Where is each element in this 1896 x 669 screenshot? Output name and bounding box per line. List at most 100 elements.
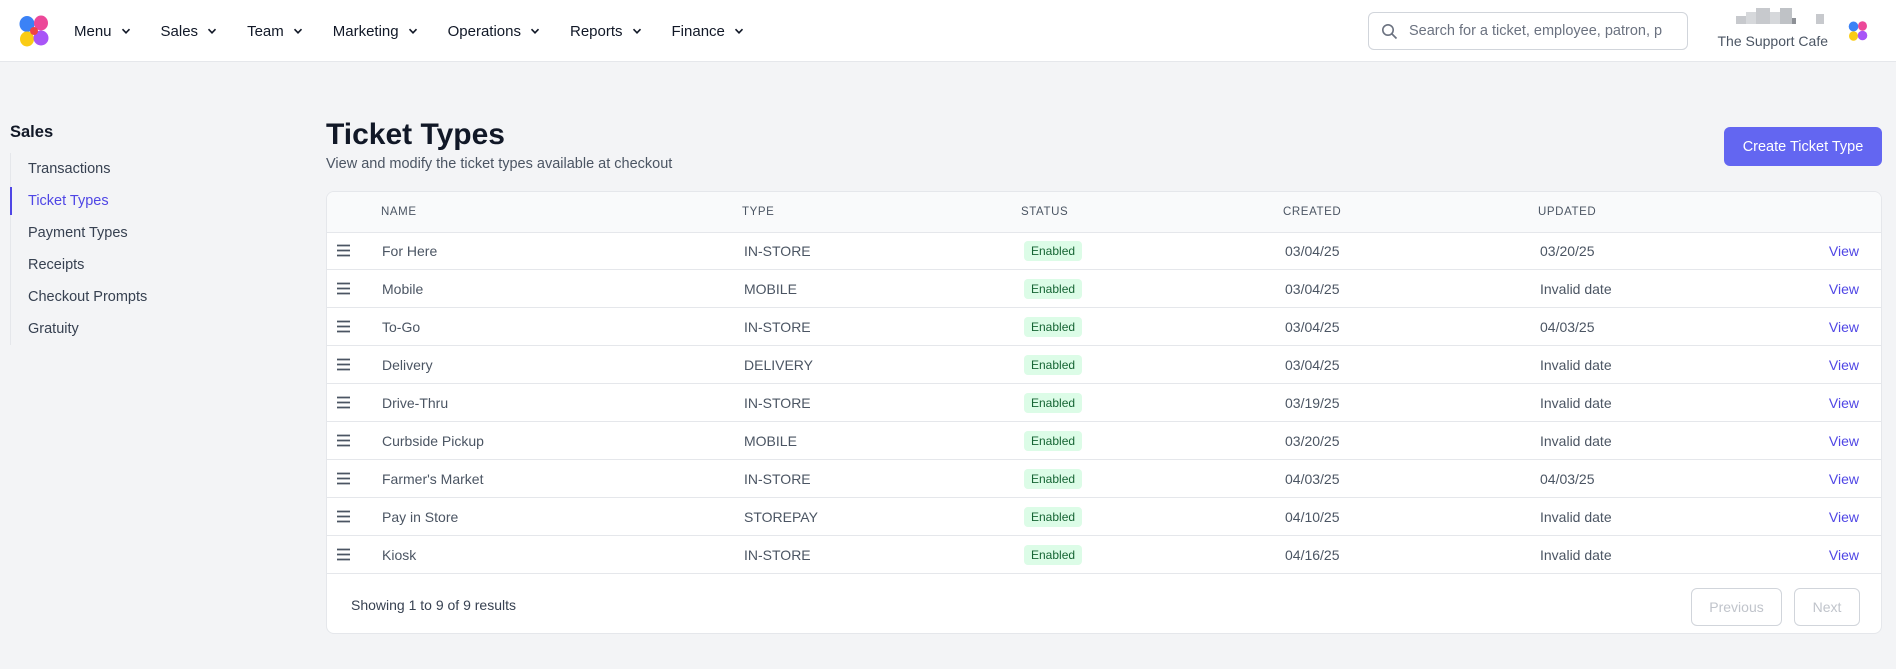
sidebar: Transactions Ticket Types Payment Types … (10, 153, 241, 345)
view-link[interactable]: View (1829, 395, 1859, 411)
pagination-summary: Showing 1 to 9 of 9 results (351, 597, 516, 613)
search-box (1368, 12, 1688, 50)
main-nav: Menu Sales Team Marketing Operations Rep… (74, 0, 774, 62)
drag-handle-icon[interactable] (336, 358, 351, 371)
status-badge: Enabled (1024, 241, 1083, 261)
nav-reports[interactable]: Reports (570, 23, 642, 40)
account-name: The Support Cafe (1717, 33, 1828, 49)
cell-type: IN-STORE (744, 395, 811, 411)
nav-team-label: Team (247, 22, 284, 40)
drag-handle-icon[interactable] (336, 282, 351, 295)
drag-handle-icon[interactable] (336, 472, 351, 485)
cell-created: 03/04/25 (1285, 319, 1340, 335)
table-row: Farmer's Market IN-STORE 04/03/25 04/03/25 E… (327, 460, 1881, 498)
search-icon (1382, 24, 1398, 40)
view-link[interactable]: View (1829, 471, 1859, 487)
nav-team[interactable]: Team (247, 23, 303, 40)
cell-updated: Invalid date (1540, 433, 1612, 449)
table-header: NAME TYPE STATUS CREATED UPDATED (327, 192, 1881, 233)
app-logo-icon[interactable] (17, 14, 51, 48)
drag-handle-icon[interactable] (336, 510, 351, 523)
drag-handle-icon[interactable] (336, 396, 351, 409)
table-row: Kiosk IN-STORE 04/16/25 Invalid date Enabled… (327, 536, 1881, 574)
cell-type: MOBILE (744, 433, 797, 449)
table-row: Pay in Store STOREPAY 04/10/25 Invalid date… (327, 498, 1881, 536)
view-link[interactable]: View (1829, 281, 1859, 297)
table-row: Drive-Thru IN-STORE 03/19/25 Invalid date En… (327, 384, 1881, 422)
nav-marketing[interactable]: Marketing (333, 23, 418, 40)
chevron-down-icon (293, 28, 302, 34)
nav-finance-label: Finance (671, 22, 725, 40)
column-header-type[interactable]: TYPE (742, 206, 774, 218)
cell-created: 03/04/25 (1285, 357, 1340, 373)
drag-handle-icon[interactable] (336, 434, 351, 447)
status-badge: Enabled (1024, 431, 1083, 451)
sidebar-item-receipts[interactable]: Receipts (11, 249, 241, 281)
cell-name: To-Go (382, 319, 421, 335)
drag-handle-icon[interactable] (336, 548, 351, 561)
chevron-down-icon (207, 28, 217, 34)
table-row: For Here IN-STORE 03/04/25 03/20/25 Enabled V… (327, 232, 1881, 270)
app-switcher-icon[interactable] (1847, 20, 1869, 42)
status-badge: Enabled (1024, 545, 1083, 565)
view-link[interactable]: View (1829, 243, 1859, 259)
cell-type: MOBILE (744, 281, 797, 297)
sidebar-item-gratuity[interactable]: Gratuity (11, 313, 241, 345)
column-header-updated[interactable]: UPDATED (1538, 206, 1596, 218)
account-menu[interactable]: The Support Cafe (1712, 6, 1828, 52)
ticket-types-table: NAME TYPE STATUS CREATED UPDATED For Her… (326, 191, 1882, 634)
drag-handle-icon[interactable] (336, 320, 351, 333)
cell-updated: 04/03/25 (1540, 319, 1595, 335)
sidebar-item-checkout-prompts[interactable]: Checkout Prompts (11, 281, 241, 313)
table-row: Delivery DELIVERY 03/04/25 Invalid date Enab… (327, 346, 1881, 384)
table-row: To-Go IN-STORE 03/04/25 04/03/25 Enabled View (327, 308, 1881, 346)
search-input[interactable] (1409, 19, 1677, 43)
table-row: Mobile MOBILE 03/04/25 Invalid date Enabled V… (327, 270, 1881, 308)
column-header-created[interactable]: CREATED (1283, 206, 1341, 218)
view-link[interactable]: View (1829, 509, 1859, 525)
sidebar-item-transactions[interactable]: Transactions (11, 153, 241, 185)
chevron-down-icon (632, 28, 641, 34)
nav-finance[interactable]: Finance (672, 23, 744, 40)
cell-type: IN-STORE (744, 471, 811, 487)
chevron-down-icon (530, 28, 540, 34)
next-page-button[interactable]: Next (1794, 588, 1860, 626)
cell-created: 03/04/25 (1285, 281, 1340, 297)
cell-name: Farmer's Market (382, 471, 484, 487)
view-link[interactable]: View (1829, 319, 1859, 335)
chevron-down-icon (734, 28, 743, 34)
sidebar-item-ticket-types[interactable]: Ticket Types (10, 185, 241, 217)
column-header-status[interactable]: STATUS (1021, 206, 1068, 218)
cell-created: 03/20/25 (1285, 433, 1340, 449)
view-link[interactable]: View (1829, 357, 1859, 373)
nav-menu[interactable]: Menu (74, 23, 131, 40)
cell-type: DELIVERY (744, 357, 813, 373)
nav-operations-label: Operations (447, 22, 521, 40)
nav-sales[interactable]: Sales (161, 23, 218, 40)
sidebar-item-payment-types[interactable]: Payment Types (11, 217, 241, 249)
cell-name: Delivery (382, 357, 433, 373)
cell-updated: Invalid date (1540, 395, 1612, 411)
cell-created: 04/03/25 (1285, 471, 1340, 487)
column-header-name[interactable]: NAME (381, 206, 417, 218)
create-ticket-type-button[interactable]: Create Ticket Type (1724, 127, 1882, 166)
status-badge: Enabled (1024, 355, 1083, 375)
view-link[interactable]: View (1829, 433, 1859, 449)
status-badge: Enabled (1024, 317, 1083, 337)
nav-sales-label: Sales (160, 22, 199, 40)
cell-updated: Invalid date (1540, 547, 1612, 563)
cell-name: For Here (382, 243, 438, 259)
cell-created: 03/19/25 (1285, 395, 1340, 411)
previous-page-button[interactable]: Previous (1691, 588, 1782, 626)
status-badge: Enabled (1024, 393, 1083, 413)
nav-operations[interactable]: Operations (448, 23, 540, 40)
cell-name: Curbside Pickup (382, 433, 484, 449)
view-link[interactable]: View (1829, 547, 1859, 563)
cell-type: IN-STORE (744, 243, 811, 259)
top-navigation-bar: Menu Sales Team Marketing Operations Rep… (0, 0, 1896, 62)
cell-name: Kiosk (382, 547, 417, 563)
cell-updated: Invalid date (1540, 509, 1612, 525)
drag-handle-icon[interactable] (336, 244, 351, 257)
chevron-down-icon (408, 28, 417, 34)
status-badge: Enabled (1024, 507, 1083, 527)
